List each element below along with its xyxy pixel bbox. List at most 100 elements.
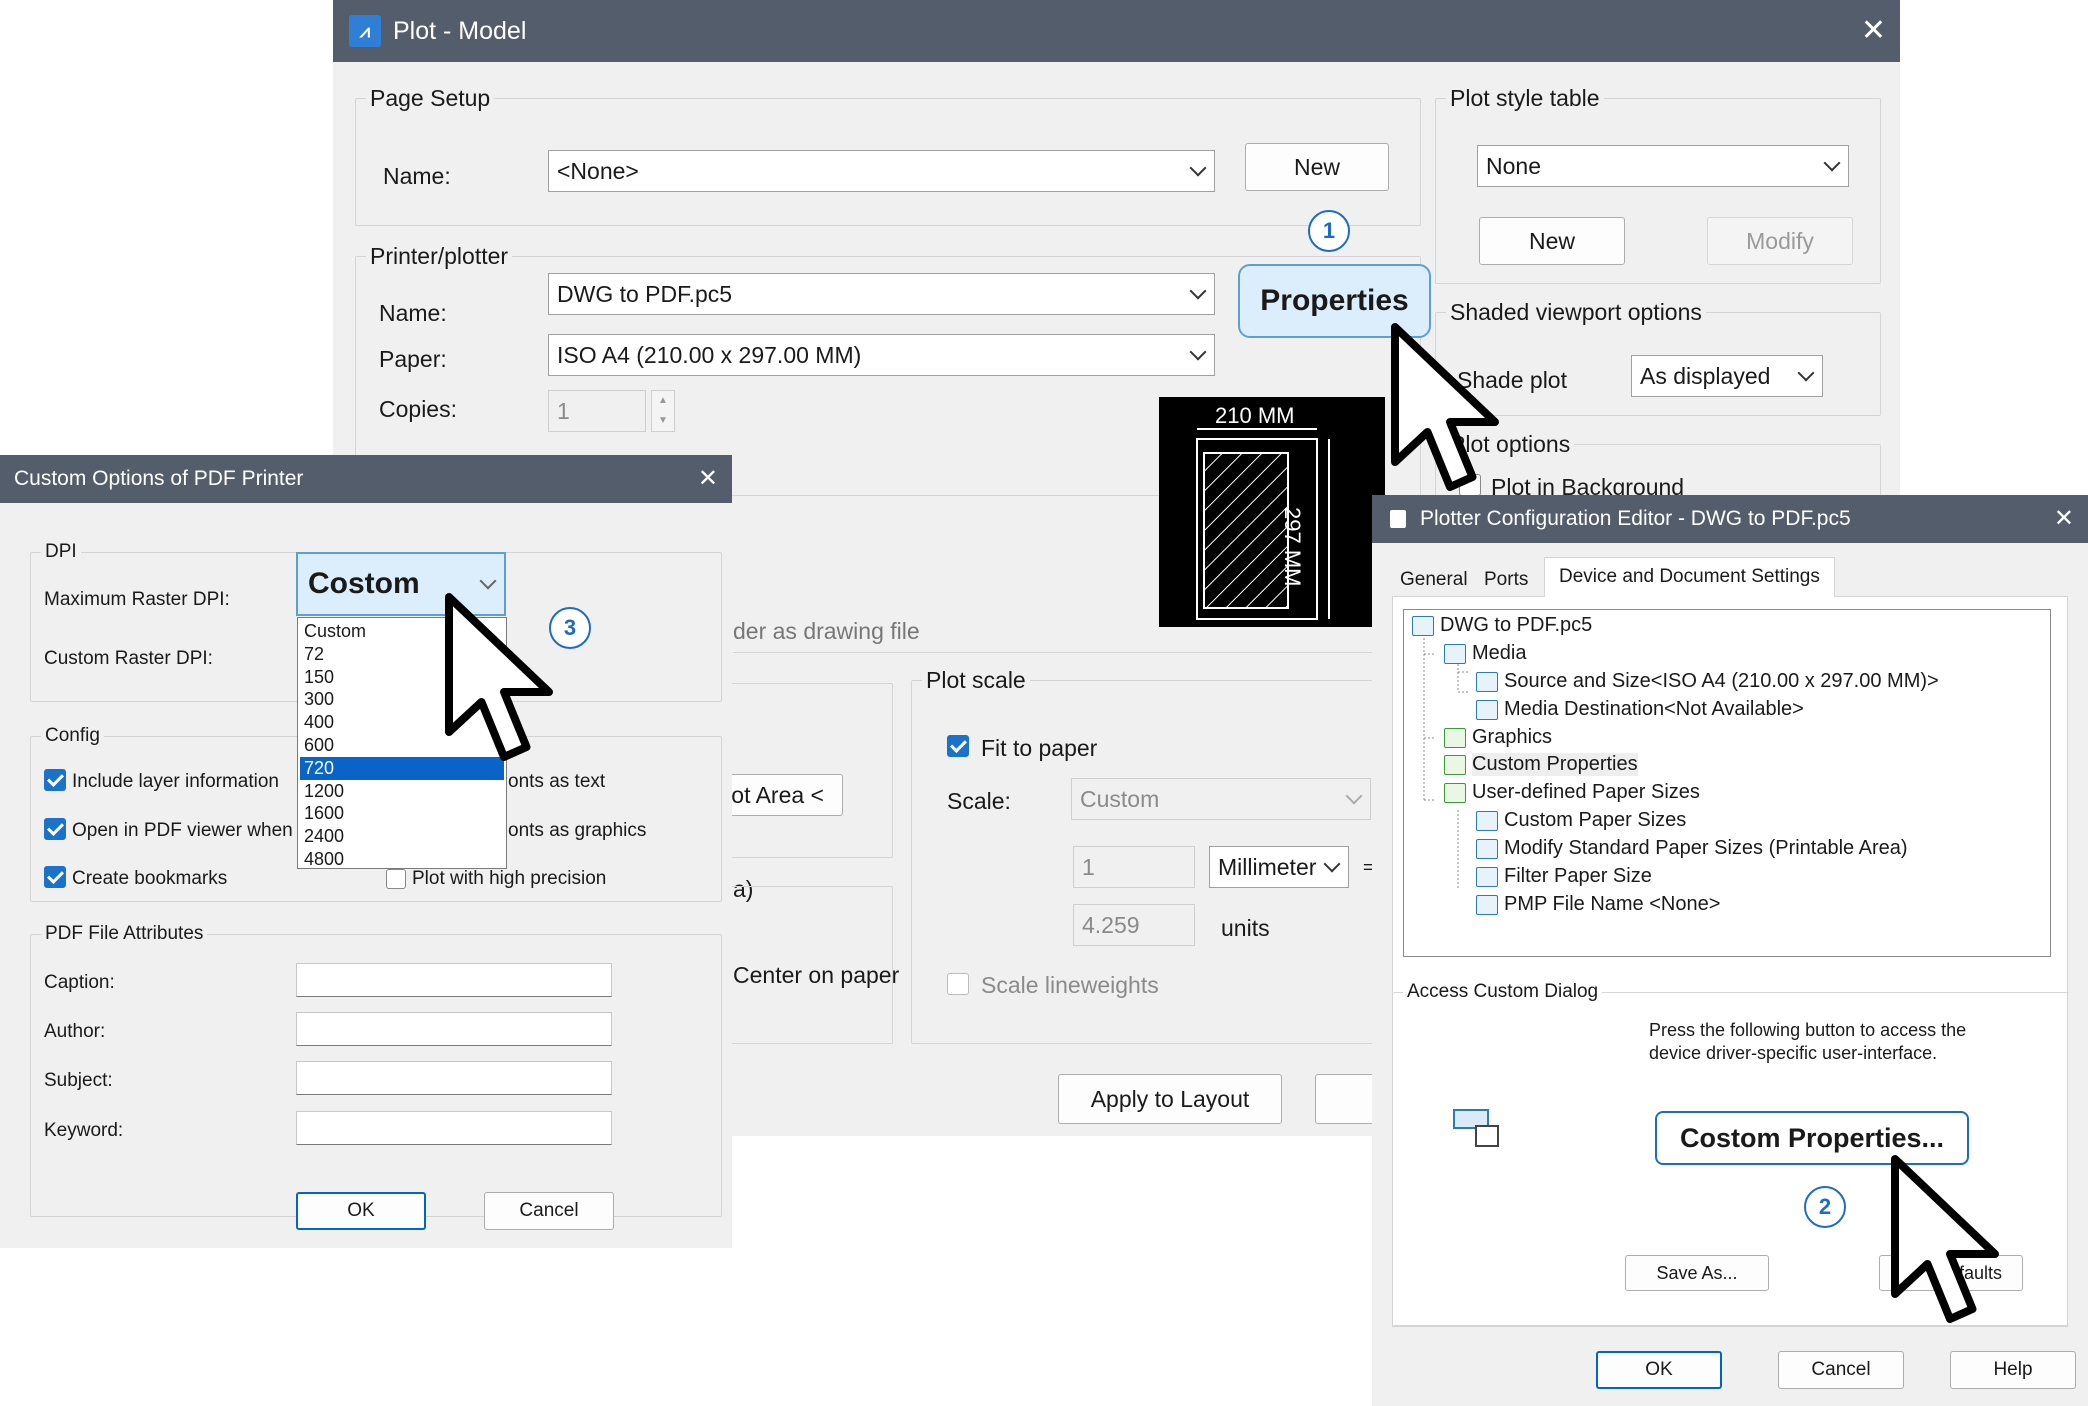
pce-title: Plotter Configuration Editor - DWG to PD… xyxy=(1420,507,1851,530)
copies-input[interactable]: 1 xyxy=(548,390,646,432)
subject-label: Subject: xyxy=(44,1070,113,1091)
tree-node-icon xyxy=(1444,754,1466,775)
save-as-button[interactable]: Save As... xyxy=(1625,1255,1769,1291)
pdf-attributes-label: PDF File Attributes xyxy=(41,923,208,945)
plot-titlebar: ⩘ Plot - Model ✕ xyxy=(333,0,1900,62)
pce-help-button[interactable]: Help xyxy=(1950,1351,2076,1389)
chevron-down-icon xyxy=(1345,787,1363,805)
keyword-input[interactable] xyxy=(296,1111,612,1145)
tree-item-label: Custom Properties xyxy=(1472,753,1638,776)
custom-options-close-icon[interactable]: ✕ xyxy=(698,467,718,491)
tree-item-label: Custom Paper Sizes xyxy=(1504,809,1687,831)
tree-item[interactable]: Custom Properties xyxy=(1444,753,1638,776)
scale-lineweights-checkbox[interactable] xyxy=(947,973,969,995)
open-viewer-checkbox[interactable] xyxy=(44,818,66,840)
pce-app-icon xyxy=(1390,510,1406,528)
chevron-down-icon xyxy=(479,572,497,590)
tree-node-icon xyxy=(1476,838,1498,859)
tree-item-label: User-defined Paper Sizes xyxy=(1472,781,1700,803)
keyword-label: Keyword: xyxy=(44,1120,124,1141)
custom-options-titlebar: Custom Options of PDF Printer ✕ xyxy=(0,455,732,503)
dpi-option[interactable]: 4800 xyxy=(300,848,504,871)
plot-style-select[interactable]: None xyxy=(1477,145,1849,187)
tree-node-icon xyxy=(1476,810,1498,831)
scale-select[interactable]: Custom xyxy=(1071,778,1371,820)
chevron-down-icon xyxy=(1323,855,1341,873)
scale-lineweights-label: Scale lineweights xyxy=(981,972,1159,998)
plot-app-icon: ⩘ xyxy=(349,15,381,47)
tree-item[interactable]: Media Destination<Not Available> xyxy=(1476,698,1804,721)
plot-style-modify-button[interactable]: Modify xyxy=(1707,217,1853,265)
pce-ok-button[interactable]: OK xyxy=(1596,1351,1722,1389)
fit-to-paper-checkbox[interactable] xyxy=(947,735,969,757)
include-layer-checkbox[interactable] xyxy=(44,769,66,791)
scale-value2-input[interactable]: 4.259 xyxy=(1073,904,1195,946)
pce-tabstrip: General Ports Device and Document Settin… xyxy=(1392,557,2068,598)
scale-value1-input[interactable]: 1 xyxy=(1073,846,1195,888)
custom-ok-button[interactable]: OK xyxy=(296,1192,426,1230)
preview-height-label: 297 MM xyxy=(1280,507,1305,587)
units-label: units xyxy=(1221,915,1270,941)
fit-to-paper-label: Fit to paper xyxy=(981,735,1098,761)
paper-preview-graphic xyxy=(1196,428,1330,620)
custom-cancel-button[interactable]: Cancel xyxy=(484,1192,614,1230)
tree-node-icon xyxy=(1412,615,1434,636)
step-badge-3: 3 xyxy=(549,607,591,649)
pce-close-icon[interactable]: ✕ xyxy=(2054,507,2074,531)
dpi-option[interactable]: 1600 xyxy=(300,802,504,825)
author-label: Author: xyxy=(44,1021,106,1042)
tab-ports[interactable]: Ports xyxy=(1476,565,1536,595)
tab-device-settings[interactable]: Device and Document Settings xyxy=(1544,557,1835,598)
tree-item[interactable]: Modify Standard Paper Sizes (Printable A… xyxy=(1476,837,1908,860)
pce-cancel-button[interactable]: Cancel xyxy=(1778,1351,1904,1389)
caption-input[interactable] xyxy=(296,963,612,997)
paper-select[interactable]: ISO A4 (210.00 x 297.00 MM) xyxy=(548,334,1215,376)
settings-tree: DWG to PDF.pc5 Media Source and Size<ISO A… xyxy=(1403,609,2051,957)
tree-item[interactable]: Custom Paper Sizes xyxy=(1476,809,1686,832)
custom-options-dialog: Custom Options of PDF Printer ✕ DPI Maxi… xyxy=(0,455,732,1248)
paper-label: Paper: xyxy=(379,346,447,372)
plot-close-icon[interactable]: ✕ xyxy=(1861,16,1886,46)
dpi-label: DPI xyxy=(41,541,81,563)
page-setup-new-button[interactable]: New xyxy=(1245,143,1389,191)
shade-plot-select[interactable]: As displayed xyxy=(1631,355,1823,397)
author-input[interactable] xyxy=(296,1012,612,1046)
tree-node-icon xyxy=(1476,894,1498,915)
high-precision-checkbox[interactable] xyxy=(386,869,406,889)
tree-item[interactable]: Filter Paper Size xyxy=(1476,865,1652,888)
plot-style-new-button[interactable]: New xyxy=(1479,217,1625,265)
chevron-down-icon xyxy=(1823,154,1841,172)
page-setup-name-label: Name: xyxy=(383,163,451,189)
tree-item-label: Source and Size<ISO A4 (210.00 x 297.00 … xyxy=(1504,670,1939,692)
divider xyxy=(733,652,1413,653)
apply-to-layout-button[interactable]: Apply to Layout xyxy=(1058,1074,1282,1124)
subject-input[interactable] xyxy=(296,1061,612,1095)
tree-item[interactable]: DWG to PDF.pc5 xyxy=(1412,614,1592,637)
copies-stepper[interactable]: ▲ ▼ xyxy=(651,390,675,432)
tree-item[interactable]: User-defined Paper Sizes xyxy=(1444,781,1700,804)
tree-item-label: Graphics xyxy=(1472,726,1553,748)
bookmarks-label: Create bookmarks xyxy=(72,868,228,889)
page-setup-name-select[interactable]: <None> xyxy=(548,150,1215,192)
chevron-down-icon xyxy=(1189,282,1207,300)
plot-style-label: Plot style table xyxy=(1446,85,1604,112)
tree-item[interactable]: Media xyxy=(1444,642,1526,665)
chevron-down-icon xyxy=(1797,364,1815,382)
printer-name-select[interactable]: DWG to PDF.pc5 xyxy=(548,273,1215,315)
max-raster-dpi-label: Maximum Raster DPI: xyxy=(44,589,230,610)
center-on-paper-label: Center on paper xyxy=(733,962,900,988)
tree-item[interactable]: Graphics xyxy=(1444,726,1552,749)
dpi-option[interactable]: 2400 xyxy=(300,825,504,848)
caption-label: Caption: xyxy=(44,972,115,993)
preview-width-label: 210 MM xyxy=(1215,403,1295,428)
chevron-down-icon xyxy=(1189,159,1207,177)
scale-unit-select[interactable]: Millimeter xyxy=(1209,846,1349,888)
cursor-arrow-icon xyxy=(1891,1155,1999,1323)
access-text: Press the following button to access the… xyxy=(1649,1020,1967,1063)
tree-item-label: Modify Standard Paper Sizes (Printable A… xyxy=(1504,837,1908,859)
bookmarks-checkbox[interactable] xyxy=(44,866,66,888)
tab-general[interactable]: General xyxy=(1392,565,1476,595)
tree-item[interactable]: Source and Size<ISO A4 (210.00 x 297.00 … xyxy=(1476,670,1939,693)
dpi-option[interactable]: 1200 xyxy=(300,780,504,803)
tree-item[interactable]: PMP File Name <None> xyxy=(1476,893,1720,916)
